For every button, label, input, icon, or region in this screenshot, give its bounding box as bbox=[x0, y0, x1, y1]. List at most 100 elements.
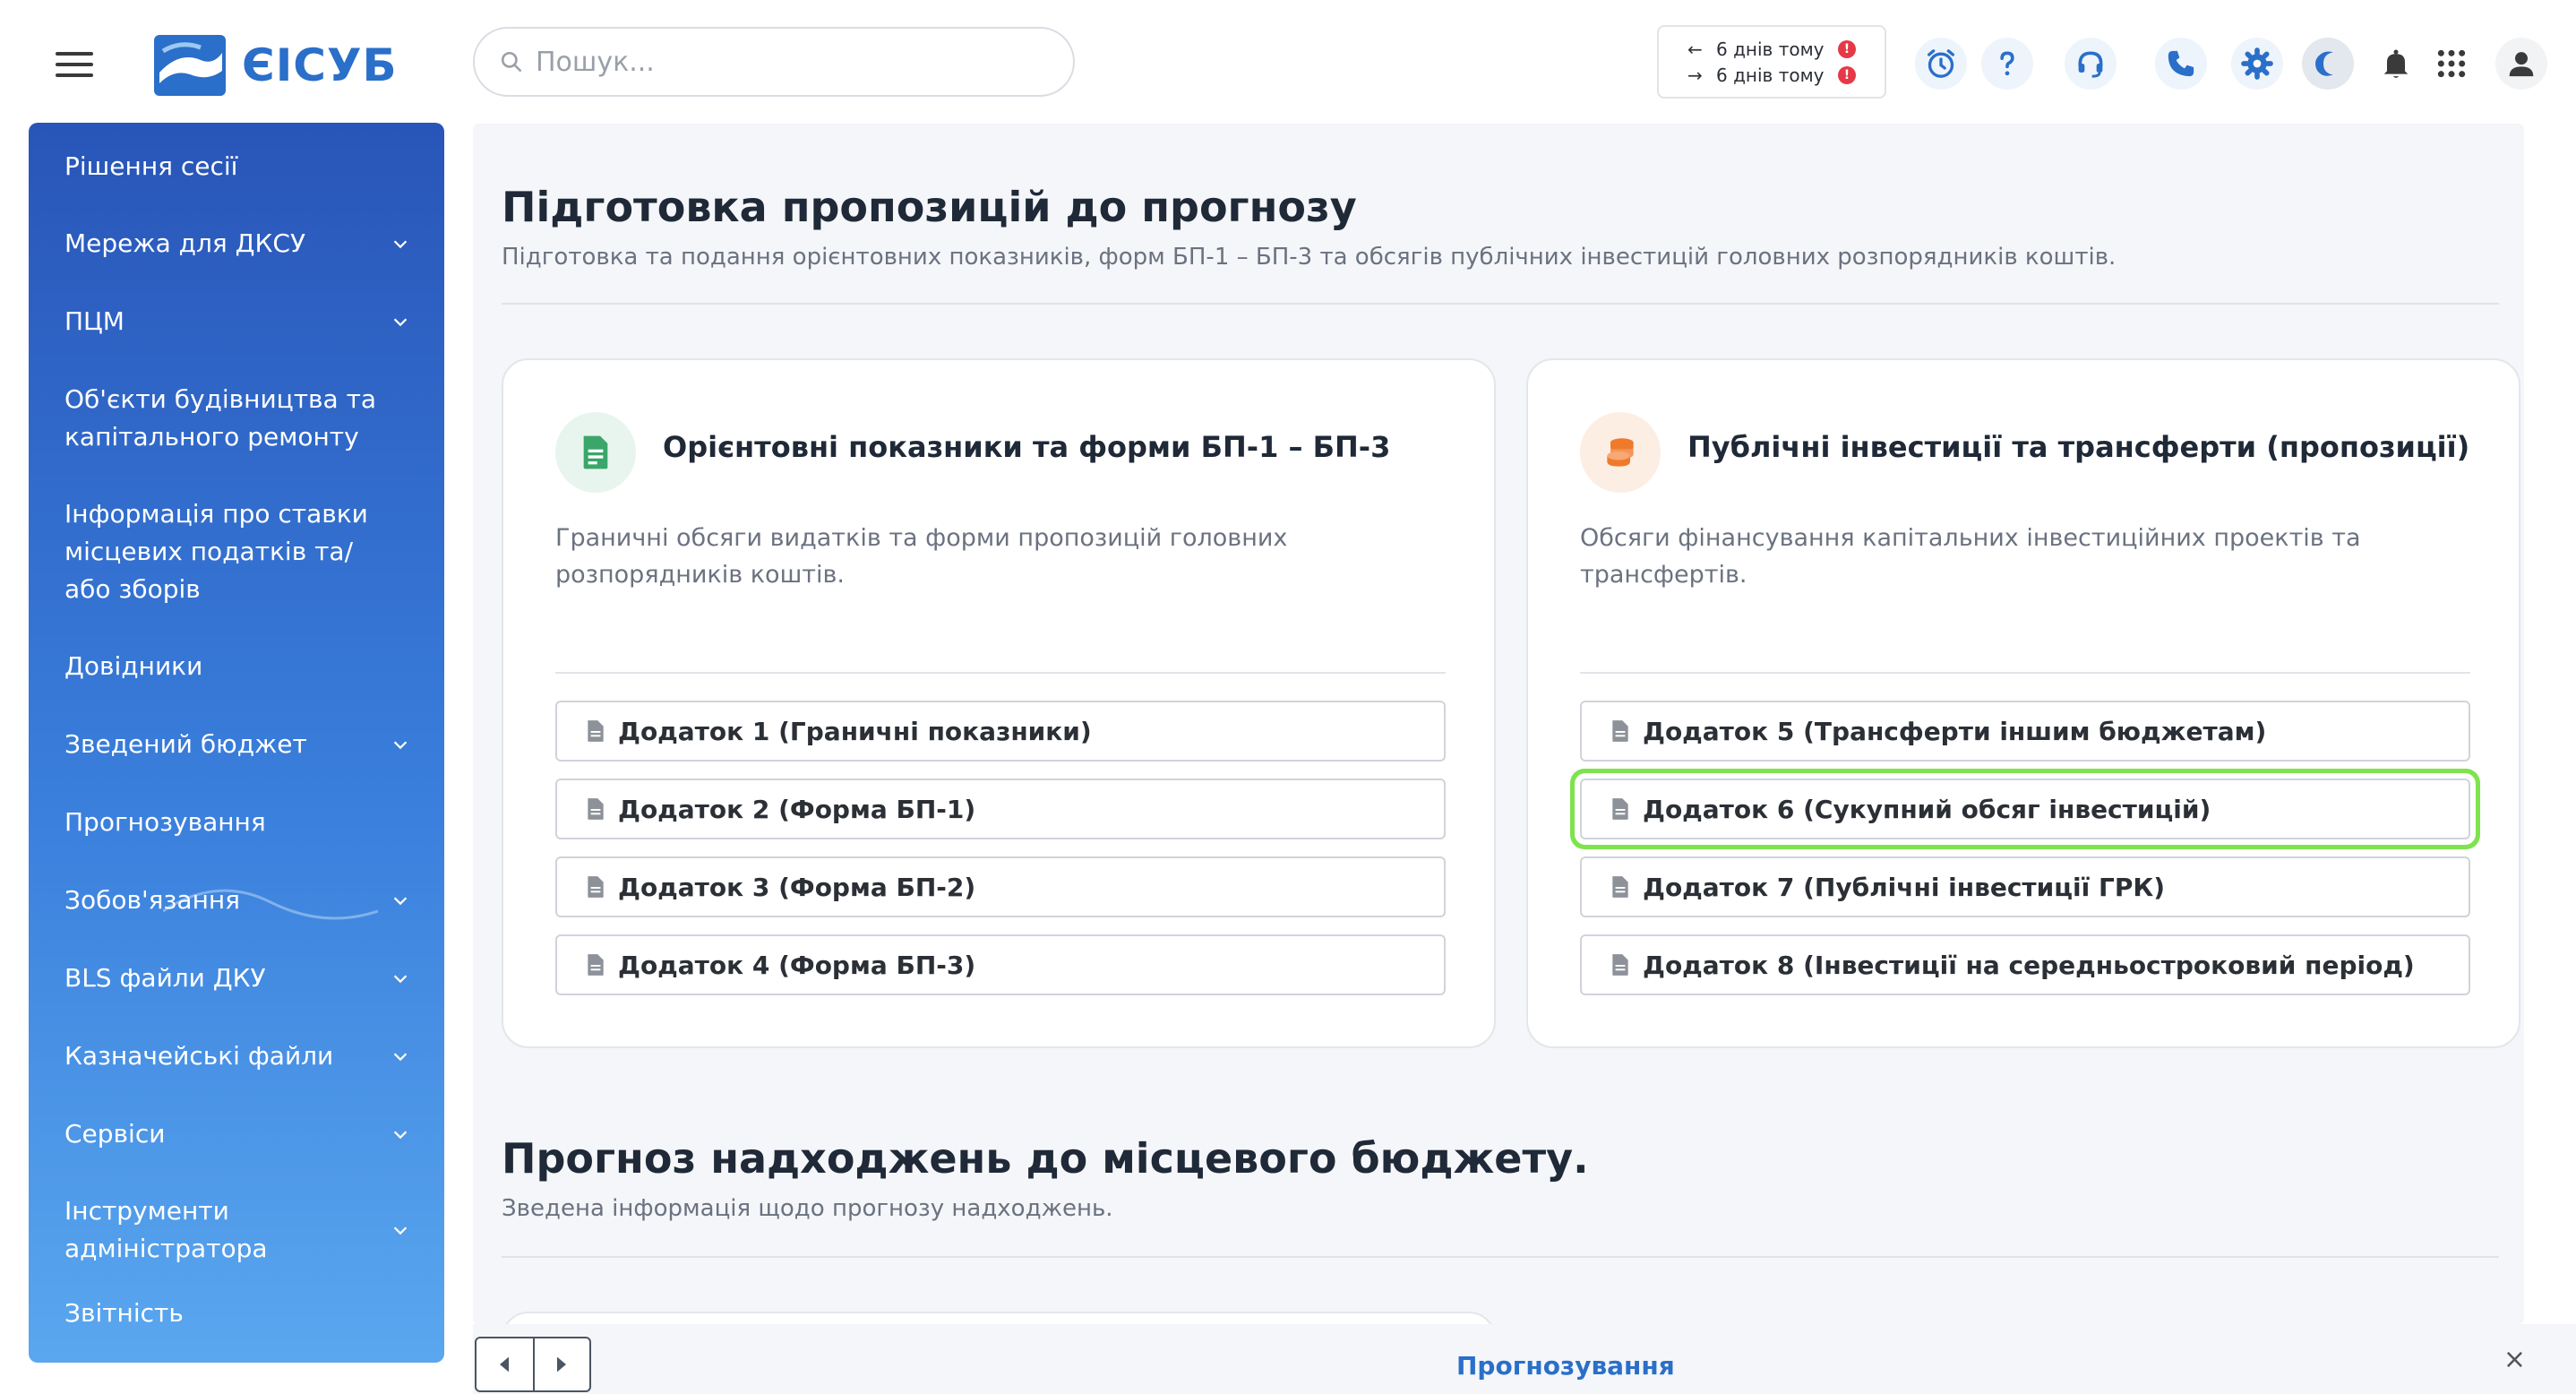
link-appendix-1[interactable]: Додаток 1 (Граничні показники) bbox=[555, 701, 1446, 762]
section-subtitle-proposals: Підготовка та подання орієнтовних показн… bbox=[502, 244, 2117, 271]
sidebar-item-forecasting[interactable]: Прогнозування bbox=[29, 796, 444, 848]
sidebar: Рішення сесії Мережа для ДКСУ ПЦМ Об'єкт… bbox=[29, 123, 444, 1363]
brand-name: ЄІСУБ bbox=[242, 39, 398, 91]
tab-next-button[interactable] bbox=[532, 1338, 589, 1390]
link-appendix-3[interactable]: Додаток 3 (Форма БП-2) bbox=[555, 856, 1446, 917]
chevron-down-icon bbox=[393, 1226, 408, 1235]
link-label: Додаток 7 (Публічні інвестиції ГРК) bbox=[1643, 872, 2166, 902]
sidebar-item-obligations[interactable]: Зобов'язання bbox=[29, 874, 444, 926]
user-icon[interactable] bbox=[2495, 38, 2547, 90]
help-icon[interactable] bbox=[1981, 38, 2033, 90]
sync-time: 6 днів тому bbox=[1716, 64, 1825, 86]
section-subtitle-revenue-forecast: Зведена інформація щодо прогнозу надходж… bbox=[502, 1195, 1113, 1222]
headset-icon[interactable] bbox=[2065, 38, 2117, 90]
chevron-down-icon bbox=[393, 1053, 408, 1062]
link-label: Додаток 8 (Інвестиції на середньостроков… bbox=[1643, 950, 2415, 980]
card-revenue-partial bbox=[502, 1312, 1496, 1324]
sidebar-item-label: BLS файли ДКУ bbox=[64, 963, 266, 993]
sidebar-item-services[interactable]: Сервіси bbox=[29, 1108, 444, 1160]
sidebar-item-label: Мережа для ДКСУ bbox=[64, 228, 306, 258]
sidebar-item-label: Зведений бюджет bbox=[64, 729, 307, 759]
link-appendix-8[interactable]: Додаток 8 (Інвестиції на середньостроков… bbox=[1580, 934, 2470, 995]
card-public-investments: Публічні інвестиції та трансферти (пропо… bbox=[1526, 358, 2520, 1048]
file-icon bbox=[1612, 720, 1628, 742]
section-title-proposals: Підготовка пропозицій до прогнозу bbox=[502, 183, 1357, 231]
close-icon[interactable]: × bbox=[2503, 1344, 2526, 1375]
file-icon bbox=[588, 720, 604, 742]
link-appendix-7[interactable]: Додаток 7 (Публічні інвестиції ГРК) bbox=[1580, 856, 2470, 917]
sidebar-item-treasury-files[interactable]: Казначейські файли bbox=[29, 1030, 444, 1082]
sidebar-item-label: Рішення сесії bbox=[64, 151, 238, 181]
sidebar-item-label: Прогнозування bbox=[64, 807, 266, 837]
sync-status-panel[interactable]: ← 6 днів тому ! → 6 днів тому ! bbox=[1657, 25, 1886, 99]
divider bbox=[502, 1256, 2499, 1258]
sidebar-item-bls-files[interactable]: BLS файли ДКУ bbox=[29, 952, 444, 1004]
divider bbox=[502, 303, 2499, 305]
sync-row-outgoing: → 6 днів тому ! bbox=[1687, 62, 1885, 88]
search-box[interactable] bbox=[473, 27, 1075, 97]
hamburger-menu-icon[interactable] bbox=[56, 52, 93, 77]
gear-icon[interactable] bbox=[2231, 38, 2283, 90]
sidebar-item-label: Звітність bbox=[64, 1298, 184, 1328]
section-title-revenue-forecast: Прогноз надходжень до місцевого бюджету. bbox=[502, 1134, 1589, 1183]
file-icon bbox=[588, 798, 604, 820]
file-icon bbox=[588, 876, 604, 898]
link-label: Додаток 4 (Форма БП-3) bbox=[618, 950, 976, 980]
link-label: Додаток 3 (Форма БП-2) bbox=[618, 872, 976, 902]
sidebar-item-directories[interactable]: Довідники bbox=[29, 641, 444, 693]
tab-forecasting[interactable]: Прогнозування bbox=[1456, 1351, 1675, 1381]
link-label: Додаток 5 (Трансферти іншим бюджетам) bbox=[1643, 716, 2267, 746]
sidebar-item-label: Інструменти адміністратора bbox=[64, 1196, 268, 1263]
link-appendix-4[interactable]: Додаток 4 (Форма БП-3) bbox=[555, 934, 1446, 995]
caret-right-icon bbox=[557, 1356, 567, 1372]
card-description: Обсяги фінансування капітальних інвестиц… bbox=[1580, 524, 2361, 589]
sidebar-item-local-tax-rates[interactable]: Інформація про ставки місцевих податків … bbox=[29, 488, 444, 615]
link-appendix-6[interactable]: Додаток 6 (Сукупний обсяг інвестицій) bbox=[1580, 779, 2470, 839]
sidebar-item-admin-tools[interactable]: Інструменти адміністратора bbox=[29, 1185, 444, 1275]
arrow-left-icon: ← bbox=[1687, 38, 1703, 60]
card-description: Граничні обсяги видатків та форми пропоз… bbox=[555, 524, 1288, 589]
alert-badge: ! bbox=[1838, 65, 1856, 84]
app-logo[interactable]: ЄІСУБ bbox=[154, 34, 398, 97]
divider bbox=[555, 672, 1446, 674]
sidebar-item-consolidated-budget[interactable]: Зведений бюджет bbox=[29, 719, 444, 770]
chevron-down-icon bbox=[393, 975, 408, 984]
sidebar-item-pcm[interactable]: ПЦМ bbox=[29, 296, 444, 348]
coins-stack-icon bbox=[1580, 412, 1661, 493]
bell-icon[interactable] bbox=[2370, 38, 2422, 90]
alert-badge: ! bbox=[1838, 39, 1856, 58]
chevron-down-icon bbox=[393, 318, 408, 327]
card-title: Публічні інвестиції та трансферти (пропо… bbox=[1687, 430, 2470, 464]
sync-row-incoming: ← 6 днів тому ! bbox=[1687, 36, 1885, 62]
tab-bar: Прогнозування × bbox=[473, 1324, 2576, 1394]
sidebar-item-label: ПЦМ bbox=[64, 306, 125, 336]
sidebar-item-reporting[interactable]: Звітність bbox=[29, 1287, 444, 1339]
phone-icon[interactable] bbox=[2155, 38, 2207, 90]
chevron-down-icon bbox=[393, 897, 408, 906]
link-appendix-5[interactable]: Додаток 5 (Трансферти іншим бюджетам) bbox=[1580, 701, 2470, 762]
link-label: Додаток 1 (Граничні показники) bbox=[618, 716, 1092, 746]
card-title: Орієнтовні показники та форми БП-1 – БП-… bbox=[663, 430, 1391, 464]
sidebar-item-label: Сервіси bbox=[64, 1119, 166, 1149]
link-label: Додаток 6 (Сукупний обсяг інвестицій) bbox=[1643, 794, 2211, 824]
link-appendix-2[interactable]: Додаток 2 (Форма БП-1) bbox=[555, 779, 1446, 839]
file-icon bbox=[588, 954, 604, 976]
main-content: Підготовка пропозицій до прогнозу Підгот… bbox=[473, 124, 2524, 1324]
tab-nav-buttons bbox=[475, 1337, 591, 1392]
card-indicators-forms: Орієнтовні показники та форми БП-1 – БП-… bbox=[502, 358, 1496, 1048]
sidebar-item-label: Казначейські файли bbox=[64, 1041, 334, 1071]
sidebar-item-label: Об'єкти будівництва та капітального ремо… bbox=[64, 384, 377, 452]
file-icon bbox=[1612, 798, 1628, 820]
sidebar-item-dksu-network[interactable]: Мережа для ДКСУ bbox=[29, 218, 444, 270]
logo-mark-icon bbox=[154, 35, 226, 96]
chevron-down-icon bbox=[393, 240, 408, 249]
alarm-clock-icon[interactable] bbox=[1915, 38, 1967, 90]
tab-prev-button[interactable] bbox=[477, 1338, 533, 1390]
top-bar: ЄІСУБ ← 6 днів тому ! → 6 днів тому ! bbox=[0, 0, 2576, 124]
arrow-right-icon: → bbox=[1687, 64, 1703, 86]
moon-icon[interactable] bbox=[2302, 38, 2354, 90]
sidebar-item-session-decisions[interactable]: Рішення сесії bbox=[29, 141, 444, 193]
apps-grid-icon[interactable] bbox=[2426, 38, 2477, 90]
sidebar-item-construction-objects[interactable]: Об'єкти будівництва та капітального ремо… bbox=[29, 374, 444, 463]
search-input[interactable] bbox=[536, 46, 1037, 78]
